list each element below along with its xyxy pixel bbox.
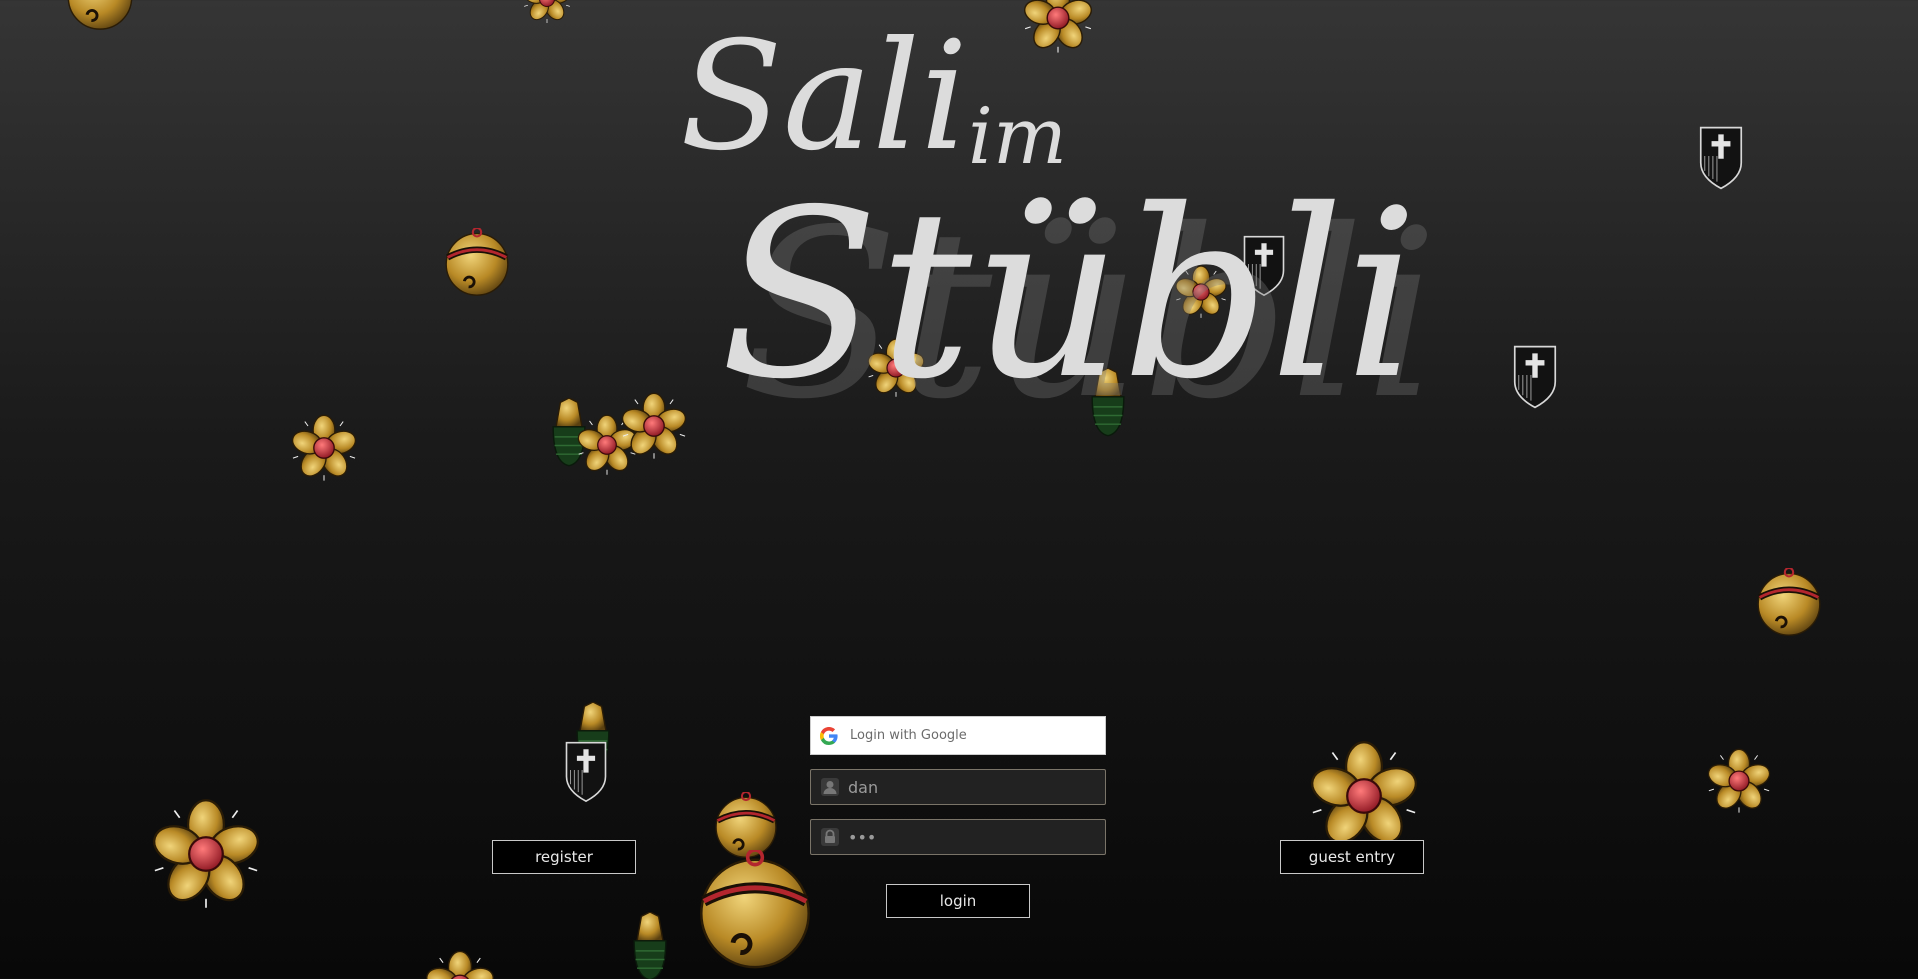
title-stubli: Stübli <box>720 160 1419 430</box>
bell-icon <box>694 850 816 972</box>
password-input[interactable] <box>848 820 1105 854</box>
flower-icon <box>1706 748 1772 814</box>
flower-icon <box>1022 0 1094 54</box>
bell-icon <box>64 0 136 32</box>
google-icon <box>820 726 838 745</box>
google-login-button[interactable]: Login with Google <box>810 716 1106 755</box>
flower-icon <box>620 392 688 460</box>
acorn-icon <box>628 912 672 979</box>
register-button[interactable]: register <box>492 840 636 874</box>
username-input[interactable] <box>848 770 1105 804</box>
flower-icon <box>290 414 358 482</box>
shield-icon <box>560 734 612 806</box>
flower-icon <box>1308 740 1420 852</box>
user-icon <box>820 777 840 797</box>
flower-icon <box>576 414 638 476</box>
bell-icon <box>1754 568 1824 638</box>
flower-icon <box>150 798 262 910</box>
bell-icon <box>712 792 780 860</box>
title-sali: Sali <box>680 10 969 184</box>
shield-icon <box>1508 338 1562 412</box>
flower-icon <box>424 950 496 979</box>
username-field[interactable] <box>810 769 1106 805</box>
flower-icon <box>522 0 572 24</box>
login-button[interactable]: login <box>886 884 1030 918</box>
shield-icon <box>1694 120 1748 192</box>
password-field[interactable] <box>810 819 1106 855</box>
bell-icon <box>442 228 512 298</box>
acorn-icon <box>570 702 616 774</box>
google-login-label: Login with Google <box>850 728 967 743</box>
acorn-icon <box>546 398 592 470</box>
guest-entry-button[interactable]: guest entry <box>1280 840 1424 874</box>
lock-icon <box>820 827 840 847</box>
